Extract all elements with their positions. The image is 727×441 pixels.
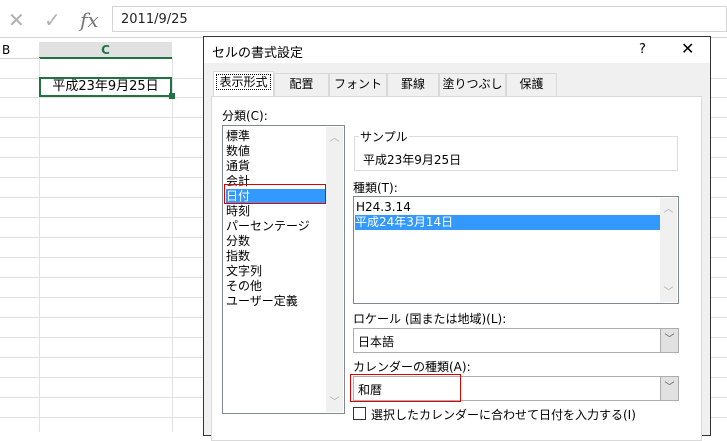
insert-function-icon[interactable]: fx (80, 8, 99, 32)
chevron-down-icon[interactable]: ﹀ (660, 377, 678, 400)
close-button[interactable]: ✕ (681, 39, 694, 58)
dialog-title-bar: セルの書式設定 ? ✕ (204, 37, 710, 63)
column-header-b[interactable]: B (0, 42, 39, 59)
type-label: 種類(T): (353, 181, 398, 195)
formula-input[interactable]: 2011/9/25 (112, 6, 727, 32)
highlight-box (224, 184, 326, 204)
enter-date-by-calendar-checkbox[interactable] (353, 407, 366, 420)
tab-label: 表示形式 (216, 74, 271, 90)
tab-font[interactable]: フォント (329, 73, 387, 96)
number-tab-panel: 分類(C): 標準 数値 通貨 会計 日付 時刻 パーセンテージ 分数 指数 文… (211, 96, 702, 441)
checkbox-label[interactable]: 選択したカレンダーに合わせて日付を入力する(I) (371, 406, 636, 423)
calendar-label: カレンダーの種類(A): (353, 360, 471, 374)
tab-alignment[interactable]: 配置 (274, 73, 329, 96)
category-item[interactable]: ユーザー定義 (226, 294, 298, 309)
type-item[interactable]: H24.3.14 (356, 200, 411, 215)
enter-icon[interactable]: ✓ (44, 8, 61, 32)
locale-value: 日本語 (358, 335, 395, 349)
category-list[interactable]: 標準 数値 通貨 会計 日付 時刻 パーセンテージ 分数 指数 文字列 その他 … (222, 125, 345, 414)
help-button[interactable]: ? (639, 42, 646, 57)
scroll-down-icon[interactable]: ﹀ (326, 393, 343, 408)
category-item[interactable]: 標準 (226, 129, 250, 144)
fill-handle[interactable] (169, 93, 175, 99)
category-item[interactable]: 通貨 (226, 159, 250, 174)
locale-select[interactable]: 日本語 ﹀ (353, 328, 679, 353)
category-item[interactable]: 時刻 (226, 204, 250, 219)
chevron-down-icon[interactable]: ﹀ (660, 329, 678, 352)
tab-protection[interactable]: 保護 (506, 73, 557, 96)
cancel-icon[interactable]: ✕ (8, 8, 25, 32)
tab-fill[interactable]: 塗りつぶし (439, 73, 506, 96)
category-scrollbar[interactable]: ︿ ﹀ (326, 127, 343, 412)
highlight-box (350, 374, 461, 402)
tab-border[interactable]: 罫線 (387, 73, 439, 96)
sample-label: サンプル (359, 128, 409, 145)
category-item[interactable]: 指数 (226, 249, 250, 264)
column-header-c[interactable]: C (39, 42, 172, 59)
tab-number[interactable]: 表示形式 (213, 71, 274, 97)
category-item[interactable]: 数値 (226, 144, 250, 159)
type-item-selected[interactable]: 平成24年3月14日 (355, 215, 661, 230)
type-scrollbar[interactable]: ︿ ﹀ (660, 198, 677, 302)
sample-group: サンプル 平成23年9月25日 (354, 128, 678, 171)
sample-value: 平成23年9月25日 (363, 153, 462, 167)
scroll-up-icon[interactable]: ︿ (660, 200, 677, 215)
scroll-up-icon[interactable]: ︿ (326, 129, 343, 144)
formula-bar: ✕ ✓ fx 2011/9/25 (0, 0, 727, 38)
selected-cell-c2[interactable]: 平成23年9月25日 (39, 77, 172, 97)
category-item[interactable]: 分数 (226, 234, 250, 249)
category-item[interactable]: その他 (226, 279, 262, 294)
locale-label: ロケール (国または地域)(L): (353, 312, 507, 326)
format-cells-dialog: セルの書式設定 ? ✕ 表示形式 配置 フォント 罫線 塗りつぶし 保護 分類(… (203, 36, 711, 441)
scroll-down-icon[interactable]: ﹀ (660, 283, 677, 298)
category-item[interactable]: パーセンテージ (226, 219, 310, 234)
type-list[interactable]: H24.3.14 平成24年3月14日 ︿ ﹀ (353, 196, 679, 304)
category-item[interactable]: 文字列 (226, 264, 262, 279)
dialog-title: セルの書式設定 (212, 46, 304, 61)
category-label: 分類(C): (222, 109, 268, 123)
